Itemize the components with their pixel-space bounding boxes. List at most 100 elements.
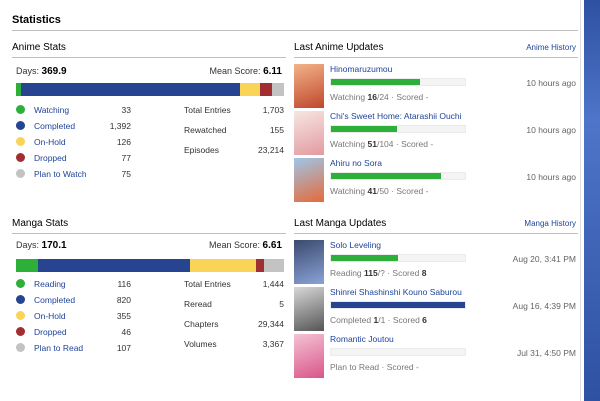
- anime-updates-divider: [294, 57, 578, 58]
- manga-mean-score: Mean Score: 6.61: [208, 240, 282, 251]
- legend-value: 126: [116, 137, 131, 147]
- status-dot-icon: [16, 169, 25, 178]
- score-label: · Scored -: [388, 186, 429, 196]
- manga-totals: Total Entries 1,444 Reread 5 Chapters 29,344 V…: [184, 277, 284, 357]
- entry-status: Watching 51/104 · Scored -: [330, 139, 433, 149]
- legend-value: 107: [116, 343, 131, 353]
- legend-label[interactable]: Completed: [34, 121, 75, 131]
- manga-stats-heading: Manga Stats: [12, 218, 69, 229]
- legend-item: On-Hold 126: [16, 135, 131, 151]
- total-label: Reread: [184, 299, 212, 309]
- update-time: 10 hours ago: [526, 125, 576, 135]
- legend-item: On-Hold 355: [16, 309, 131, 325]
- entry-progress-bar: [330, 301, 466, 309]
- status-bar-segment: [21, 83, 241, 96]
- total-value: 23,214: [258, 145, 284, 155]
- anime-totals: Total Entries 1,703 Rewatched 155 Episodes 23…: [184, 103, 284, 163]
- status-bar-segment: [264, 259, 284, 272]
- status-dot-icon: [16, 153, 25, 162]
- total-row: Rewatched 155: [184, 123, 284, 143]
- legend-value: 77: [121, 153, 131, 163]
- entry-progress-fill: [331, 255, 398, 261]
- entry-status: Reading 115/? · Scored 8: [330, 268, 426, 278]
- update-time: Aug 20, 3:41 PM: [512, 254, 576, 264]
- cover-image[interactable]: [294, 240, 324, 284]
- status-bar-segment: [240, 83, 261, 96]
- total-value: 3,367: [262, 339, 284, 349]
- manga-days: Days: 170.1: [16, 240, 67, 251]
- legend-label[interactable]: Plan to Read: [34, 343, 83, 353]
- legend-label[interactable]: Reading: [34, 279, 66, 289]
- entry-progress-bar: [330, 348, 466, 356]
- entry-progress-bar: [330, 78, 466, 86]
- cover-image[interactable]: [294, 334, 324, 378]
- entry-title-link[interactable]: Shinrei Shashinshi Kouno Saburou: [330, 287, 462, 297]
- total-row: Volumes 3,367: [184, 337, 284, 357]
- entry-progress-fill: [331, 126, 397, 132]
- score-label: · Scored -: [393, 139, 434, 149]
- legend-item: Plan to Read 107: [16, 341, 131, 357]
- status-label: Reading: [330, 268, 362, 278]
- total-label: Total Entries: [184, 279, 231, 289]
- entry-progress-fill: [331, 173, 441, 179]
- total-row: Episodes 23,214: [184, 143, 284, 163]
- legend-item: Completed 1,392: [16, 119, 131, 135]
- anime-mean-score: Mean Score: 6.11: [209, 66, 282, 77]
- entry-score: 8: [421, 268, 427, 278]
- entry-total-count: /24: [376, 92, 389, 102]
- total-row: Total Entries 1,703: [184, 103, 284, 123]
- entry-title-link[interactable]: Romantic Joutou: [330, 334, 394, 344]
- legend-item: Completed 820: [16, 293, 131, 309]
- score-label: · Scored -: [388, 92, 429, 102]
- anime-stats-divider: [12, 57, 286, 58]
- entry-progress-count: 51: [367, 139, 377, 149]
- entry-status: Completed 1/1 · Scored 6: [330, 315, 427, 325]
- legend-value: 33: [121, 105, 131, 115]
- update-time: Jul 31, 4:50 PM: [516, 348, 576, 358]
- status-bar-segment: [189, 259, 256, 272]
- status-dot-icon: [16, 137, 25, 146]
- total-row: Total Entries 1,444: [184, 277, 284, 297]
- total-label: Volumes: [184, 339, 217, 349]
- entry-title-link[interactable]: Ahiru no Sora: [330, 158, 382, 168]
- entry-status: Plan to Read · Scored -: [330, 362, 419, 372]
- status-label: Watching: [330, 139, 366, 149]
- cover-image[interactable]: [294, 64, 324, 108]
- status-dot-icon: [16, 279, 25, 288]
- anime-days: Days: 369.9: [16, 66, 67, 77]
- anime-history-link[interactable]: Anime History: [526, 43, 576, 52]
- entry-progress-count: 16: [367, 92, 377, 102]
- total-value: 5: [279, 299, 284, 309]
- anime-status-bar: [16, 83, 284, 96]
- entry-title-link[interactable]: Chi's Sweet Home: Atarashii Ouchi: [330, 111, 462, 121]
- total-row: Chapters 29,344: [184, 317, 284, 337]
- legend-label[interactable]: Dropped: [34, 153, 67, 163]
- legend-label[interactable]: Completed: [34, 295, 75, 305]
- legend-item: Dropped 46: [16, 325, 131, 341]
- entry-title-link[interactable]: Solo Leveling: [330, 240, 381, 250]
- update-entry: Solo Leveling Reading 115/? · Scored 8 Aug…: [294, 240, 578, 286]
- total-label: Chapters: [184, 319, 219, 329]
- status-dot-icon: [16, 295, 25, 304]
- legend-label[interactable]: On-Hold: [34, 311, 66, 321]
- cover-image[interactable]: [294, 287, 324, 331]
- status-bar-segment: [16, 259, 38, 272]
- entry-progress-bar: [330, 254, 466, 262]
- legend-item: Dropped 77: [16, 151, 131, 167]
- update-entry: Ahiru no Sora Watching 41/50 · Scored - 10…: [294, 158, 578, 204]
- total-label: Episodes: [184, 145, 219, 155]
- manga-history-link[interactable]: Manga History: [524, 219, 576, 228]
- legend-label[interactable]: Plan to Watch: [34, 169, 87, 179]
- legend-label[interactable]: On-Hold: [34, 137, 66, 147]
- update-time: Aug 16, 4:39 PM: [512, 301, 576, 311]
- legend-value: 355: [116, 311, 131, 321]
- legend-label[interactable]: Dropped: [34, 327, 67, 337]
- entry-title-link[interactable]: Hinomaruzumou: [330, 64, 392, 74]
- legend-label[interactable]: Watching: [34, 105, 69, 115]
- legend-item: Plan to Watch 75: [16, 167, 131, 183]
- cover-image[interactable]: [294, 111, 324, 155]
- total-value: 1,703: [262, 105, 284, 115]
- status-label: Plan to Read: [330, 362, 380, 372]
- cover-image[interactable]: [294, 158, 324, 202]
- manga-updates-divider: [294, 233, 578, 234]
